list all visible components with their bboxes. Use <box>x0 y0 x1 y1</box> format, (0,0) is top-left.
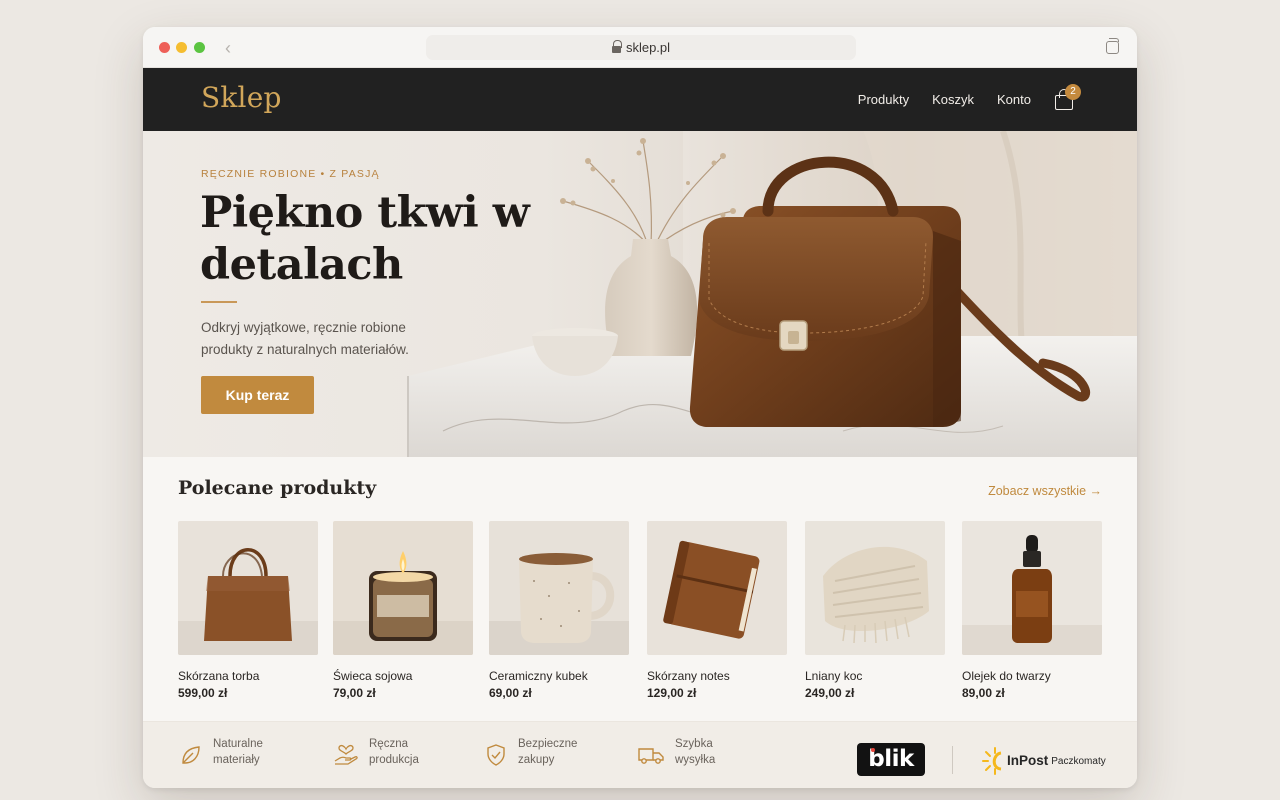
product-card[interactable]: Skórzany notes 129,00 zł <box>647 521 787 700</box>
cart-count-badge: 2 <box>1065 84 1081 100</box>
inpost-sun-icon <box>982 747 1002 775</box>
minimize-window-button[interactable] <box>176 42 187 53</box>
feature-line2: produkcja <box>369 753 419 766</box>
feature-handmade: Ręczna produkcja <box>333 737 419 768</box>
truck-icon <box>638 748 664 764</box>
product-price: 249,00 zł <box>805 686 855 700</box>
inpost-logo: InPost Paczkomaty <box>981 744 1106 776</box>
product-image-leather-tote <box>178 521 318 655</box>
hero-divider <box>201 301 237 303</box>
product-card[interactable]: Świeca sojowa 79,00 zł <box>333 521 473 700</box>
product-image-leather-notebook <box>647 521 787 655</box>
featured-products-title: Polecane produkty <box>178 477 377 499</box>
hand-heart-icon <box>334 744 358 765</box>
feature-fast-shipping: Szybka wysyłka <box>637 737 715 768</box>
feature-line1: Naturalne <box>213 738 263 750</box>
inpost-sub: Paczkomaty <box>1051 755 1106 767</box>
product-card[interactable]: Skórzana torba 599,00 zł <box>178 521 318 700</box>
product-name: Skórzana torba <box>178 669 260 683</box>
url-text: sklep.pl <box>625 40 671 55</box>
product-grid: Skórzana torba 599,00 zł Świeca sojowa 7… <box>178 521 1102 700</box>
product-image-face-oil <box>962 521 1102 655</box>
address-bar[interactable]: sklep.pl <box>426 35 856 60</box>
product-image-ceramic-mug <box>489 521 629 655</box>
product-price: 89,00 zł <box>962 686 1005 700</box>
main-nav: Produkty Koszyk Konto <box>858 92 1031 107</box>
product-name: Skórzany notes <box>647 669 730 683</box>
buy-now-button[interactable]: Kup teraz <box>201 376 314 414</box>
product-name: Świeca sojowa <box>333 669 413 683</box>
product-name: Lniany koc <box>805 669 863 683</box>
product-card[interactable]: Ceramiczny kubek 69,00 zł <box>489 521 629 700</box>
product-card[interactable]: Olejek do twarzy 89,00 zł <box>962 521 1102 700</box>
back-icon[interactable]: ‹ <box>225 38 231 59</box>
feature-line2: zakupy <box>518 753 555 766</box>
feature-secure-shopping: Bezpieczne zakupy <box>484 737 577 768</box>
blik-text: blik <box>868 746 914 772</box>
product-card[interactable]: Lniany koc 249,00 zł <box>805 521 945 700</box>
browser-toolbar: ‹ sklep.pl <box>143 27 1137 68</box>
shield-check-icon <box>487 744 505 766</box>
product-image-soy-candle <box>333 521 473 655</box>
hero-banner: RĘCZNIE ROBIONE • Z PASJĄ Piękno tkwi w … <box>143 131 1137 457</box>
product-name: Olejek do twarzy <box>962 669 1051 683</box>
lock-icon <box>611 39 622 54</box>
nav-link-konto[interactable]: Konto <box>997 92 1031 107</box>
hero-description: Odkryj wyjątkowe, ręcznie robione produk… <box>201 320 409 357</box>
nav-link-koszyk[interactable]: Koszyk <box>932 92 974 107</box>
feature-line2: wysyłka <box>675 753 716 766</box>
blik-logo: blik <box>857 743 925 776</box>
site-header: Sklep Produkty Koszyk Konto 2 <box>143 68 1137 131</box>
feature-line1: Bezpieczne <box>518 738 578 750</box>
product-price: 69,00 zł <box>489 686 532 700</box>
hero-eyebrow: RĘCZNIE ROBIONE • Z PASJĄ <box>201 168 380 180</box>
see-all-link[interactable]: Zobacz wszystkie → <box>988 484 1102 498</box>
inpost-brand: InPost <box>1007 752 1049 768</box>
hero-title: Piękno tkwi w detalach <box>200 188 530 290</box>
payment-divider <box>952 746 953 774</box>
nav-link-produkty[interactable]: Produkty <box>858 92 909 107</box>
leaf-icon <box>182 746 200 764</box>
trust-bar: Naturalne materiały Ręczna produkcja Bez… <box>143 721 1137 788</box>
site-logo[interactable]: Sklep <box>201 81 282 114</box>
feature-natural-materials: Naturalne materiały <box>179 737 263 768</box>
feature-line1: Szybka <box>675 738 713 750</box>
product-price: 599,00 zł <box>178 686 228 700</box>
feature-line1: Ręczna <box>369 738 408 750</box>
product-price: 79,00 zł <box>333 686 376 700</box>
product-image-linen-blanket <box>805 521 945 655</box>
maximize-window-button[interactable] <box>194 42 205 53</box>
product-price: 129,00 zł <box>647 686 697 700</box>
feature-line2: materiały <box>213 753 260 766</box>
product-name: Ceramiczny kubek <box>489 669 588 683</box>
close-window-button[interactable] <box>159 42 170 53</box>
tabs-overview-icon[interactable] <box>1106 38 1119 54</box>
browser-window: ‹ sklep.pl Sklep Produkty Koszyk Konto 2 <box>143 27 1137 788</box>
